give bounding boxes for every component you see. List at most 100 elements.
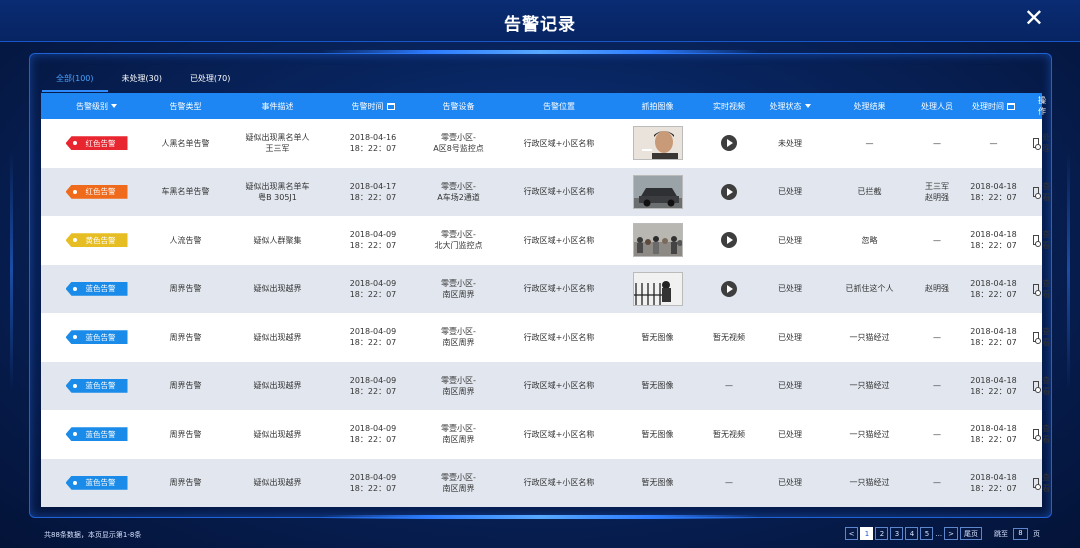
alarm-device-cell: 零壹小区- 南区周界 xyxy=(441,472,476,493)
alarm-location-cell: 行政区域+小区名称 xyxy=(523,429,595,439)
table-row[interactable]: 蓝色告警 周界告警 疑似出现越界 2018-04-09 18：22：07 零壹小区- 南… xyxy=(41,410,1050,459)
next-page-button[interactable]: > xyxy=(944,527,958,540)
handler-cell: 王三军 赵明强 xyxy=(925,181,949,202)
column-header-handler: 处理人员 xyxy=(921,101,953,111)
close-icon[interactable]: ✕ xyxy=(1024,6,1044,30)
snapshot-cell xyxy=(611,271,704,306)
dot-icon xyxy=(72,383,77,388)
snapshot-cell: 暂无图像 xyxy=(641,478,674,488)
event-desc-cell: 疑似人群聚集 xyxy=(253,235,302,245)
last-page-button[interactable]: 尾页 xyxy=(960,527,982,540)
level-cell: 蓝色告警 xyxy=(41,330,152,345)
page-button-4[interactable]: 4 xyxy=(905,527,919,540)
snapshot-image[interactable] xyxy=(632,271,683,306)
tab-processed[interactable]: 已处理(70) xyxy=(176,70,244,92)
table-row[interactable]: 蓝色告警 周界告警 疑似出现越界 2018-04-09 18：22：07 零壹小区- 南… xyxy=(41,313,1050,362)
level-cell: 蓝色告警 xyxy=(41,475,152,490)
search-doc-icon xyxy=(1032,332,1041,345)
alarm-level-badge: 蓝色告警 xyxy=(65,427,128,442)
snapshot-image[interactable] xyxy=(632,223,683,258)
video-cell xyxy=(704,280,754,297)
view-button[interactable]: 查看 xyxy=(1032,181,1052,203)
dot-icon xyxy=(72,432,77,437)
pagination: < 1 2 3 4 5 ... > 尾页 跳至 页 xyxy=(844,527,1040,540)
alarm-time-cell: 2018-04-09 18：22：07 xyxy=(349,424,397,445)
event-desc-cell: 疑似出现越界 xyxy=(253,332,302,342)
alarm-type-cell: 车黑名单告警 xyxy=(161,187,210,197)
video-cell: — xyxy=(725,381,733,391)
table-row[interactable]: 蓝色告警 周界告警 疑似出现越界 2018-04-09 18：22：07 零壹小区- 南… xyxy=(41,264,1050,313)
table-row[interactable]: 蓝色告警 周界告警 疑似出现越界 2018-04-09 18：22：07 零壹小区- 南… xyxy=(41,361,1050,410)
alarm-level-badge: 蓝色告警 xyxy=(65,281,128,296)
page-unit-label: 页 xyxy=(1033,529,1040,538)
snapshot-image[interactable] xyxy=(632,174,683,209)
column-header-level[interactable]: 告警级别 xyxy=(41,101,152,112)
column-header-image: 抓拍图像 xyxy=(641,101,674,111)
result-cell: 忽略 xyxy=(861,235,878,245)
video-cell: 暂无视频 xyxy=(713,429,745,439)
alarm-time-cell: 2018-04-17 18：22：07 xyxy=(349,181,397,202)
view-button[interactable]: 查看 xyxy=(1032,472,1052,494)
result-cell: 一只猫经过 xyxy=(849,478,890,488)
dot-icon xyxy=(72,189,77,194)
search-doc-icon xyxy=(1032,477,1041,490)
column-header-handle-time[interactable]: 处理时间 xyxy=(961,101,1026,112)
status-cell: 未处理 xyxy=(778,138,802,148)
table-row[interactable]: 红色告警 车黑名单告警 疑似出现黑名单车 粤B 305J1 2018-04-17 18… xyxy=(41,167,1050,216)
table-row[interactable]: 黄色告警 人流告警 疑似人群聚集 2018-04-09 18：22：07 零壹小区- 北… xyxy=(41,216,1050,265)
level-cell: 蓝色告警 xyxy=(41,378,152,393)
alarm-level-badge: 蓝色告警 xyxy=(65,378,128,393)
column-header-status[interactable]: 处理状态 xyxy=(754,101,826,112)
table-body: 红色告警 人黑名单告警 疑似出现黑名单人 王三军 2018-04-16 18：22：0… xyxy=(41,119,1050,507)
alarm-type-cell: 周界告警 xyxy=(169,381,202,391)
page-button-5[interactable]: 5 xyxy=(920,527,934,540)
handle-time-cell: 2018-04-18 18：22：07 xyxy=(970,375,1017,396)
tab-unprocessed[interactable]: 未处理(30) xyxy=(108,70,176,92)
level-cell: 蓝色告警 xyxy=(41,281,152,296)
status-cell: 已处理 xyxy=(778,332,802,342)
pagination-ellipsis: ... xyxy=(935,529,943,538)
table-row[interactable]: 红色告警 人黑名单告警 疑似出现黑名单人 王三军 2018-04-16 18：22：0… xyxy=(41,119,1050,168)
alarm-device-cell: 零壹小区- A车场2通道 xyxy=(437,181,480,202)
alarm-time-cell: 2018-04-09 18：22：07 xyxy=(349,375,397,396)
result-cell: 已抓住这个人 xyxy=(845,284,894,294)
video-cell xyxy=(704,135,754,152)
snapshot-image[interactable] xyxy=(632,126,683,161)
view-button[interactable]: 查看 xyxy=(1032,326,1052,348)
handle-time-cell: 2018-04-18 18：22：07 xyxy=(970,181,1017,202)
table-row[interactable]: 蓝色告警 周界告警 疑似出现越界 2018-04-09 18：22：07 零壹小区- 南… xyxy=(41,458,1050,507)
jump-page-input[interactable] xyxy=(1013,527,1028,540)
column-header-video: 实时视频 xyxy=(713,101,745,111)
tab-all[interactable]: 全部(100) xyxy=(42,70,108,92)
view-button[interactable]: 查看 xyxy=(1032,278,1052,300)
play-icon[interactable] xyxy=(721,183,737,200)
page-button-1[interactable]: 1 xyxy=(860,527,874,540)
status-cell: 已处理 xyxy=(778,187,802,197)
snapshot-cell: 暂无图像 xyxy=(641,381,674,391)
view-button[interactable]: 查看 xyxy=(1032,423,1052,445)
event-desc-cell: 疑似出现越界 xyxy=(253,478,302,488)
prev-page-button[interactable]: < xyxy=(844,527,859,540)
alarm-time-cell: 2018-04-09 18：22：07 xyxy=(349,327,397,348)
play-icon[interactable] xyxy=(721,280,737,297)
video-cell xyxy=(704,183,754,200)
handle-time-cell: 2018-04-18 18：22：07 xyxy=(970,230,1017,251)
video-cell: — xyxy=(725,478,733,488)
page-button-2[interactable]: 2 xyxy=(875,527,889,540)
frame-accent-bottom xyxy=(320,515,760,519)
process-button[interactable]: 处理 xyxy=(1032,132,1052,154)
alarm-type-cell: 周界告警 xyxy=(169,332,202,342)
alarm-device-cell: 零壹小区- 南区周界 xyxy=(441,327,476,348)
column-header-time[interactable]: 告警时间 xyxy=(336,101,410,112)
status-cell: 已处理 xyxy=(778,429,802,439)
level-cell: 蓝色告警 xyxy=(41,427,152,442)
view-button[interactable]: 查看 xyxy=(1032,229,1052,251)
play-icon[interactable] xyxy=(721,232,737,249)
view-button[interactable]: 查看 xyxy=(1032,375,1052,397)
play-icon[interactable] xyxy=(721,135,737,152)
page-button-3[interactable]: 3 xyxy=(890,527,904,540)
event-desc-cell: 疑似出现越界 xyxy=(253,284,302,294)
result-cell: 一只猫经过 xyxy=(849,332,890,342)
dot-icon xyxy=(72,335,77,340)
handler-cell: — xyxy=(933,235,941,245)
